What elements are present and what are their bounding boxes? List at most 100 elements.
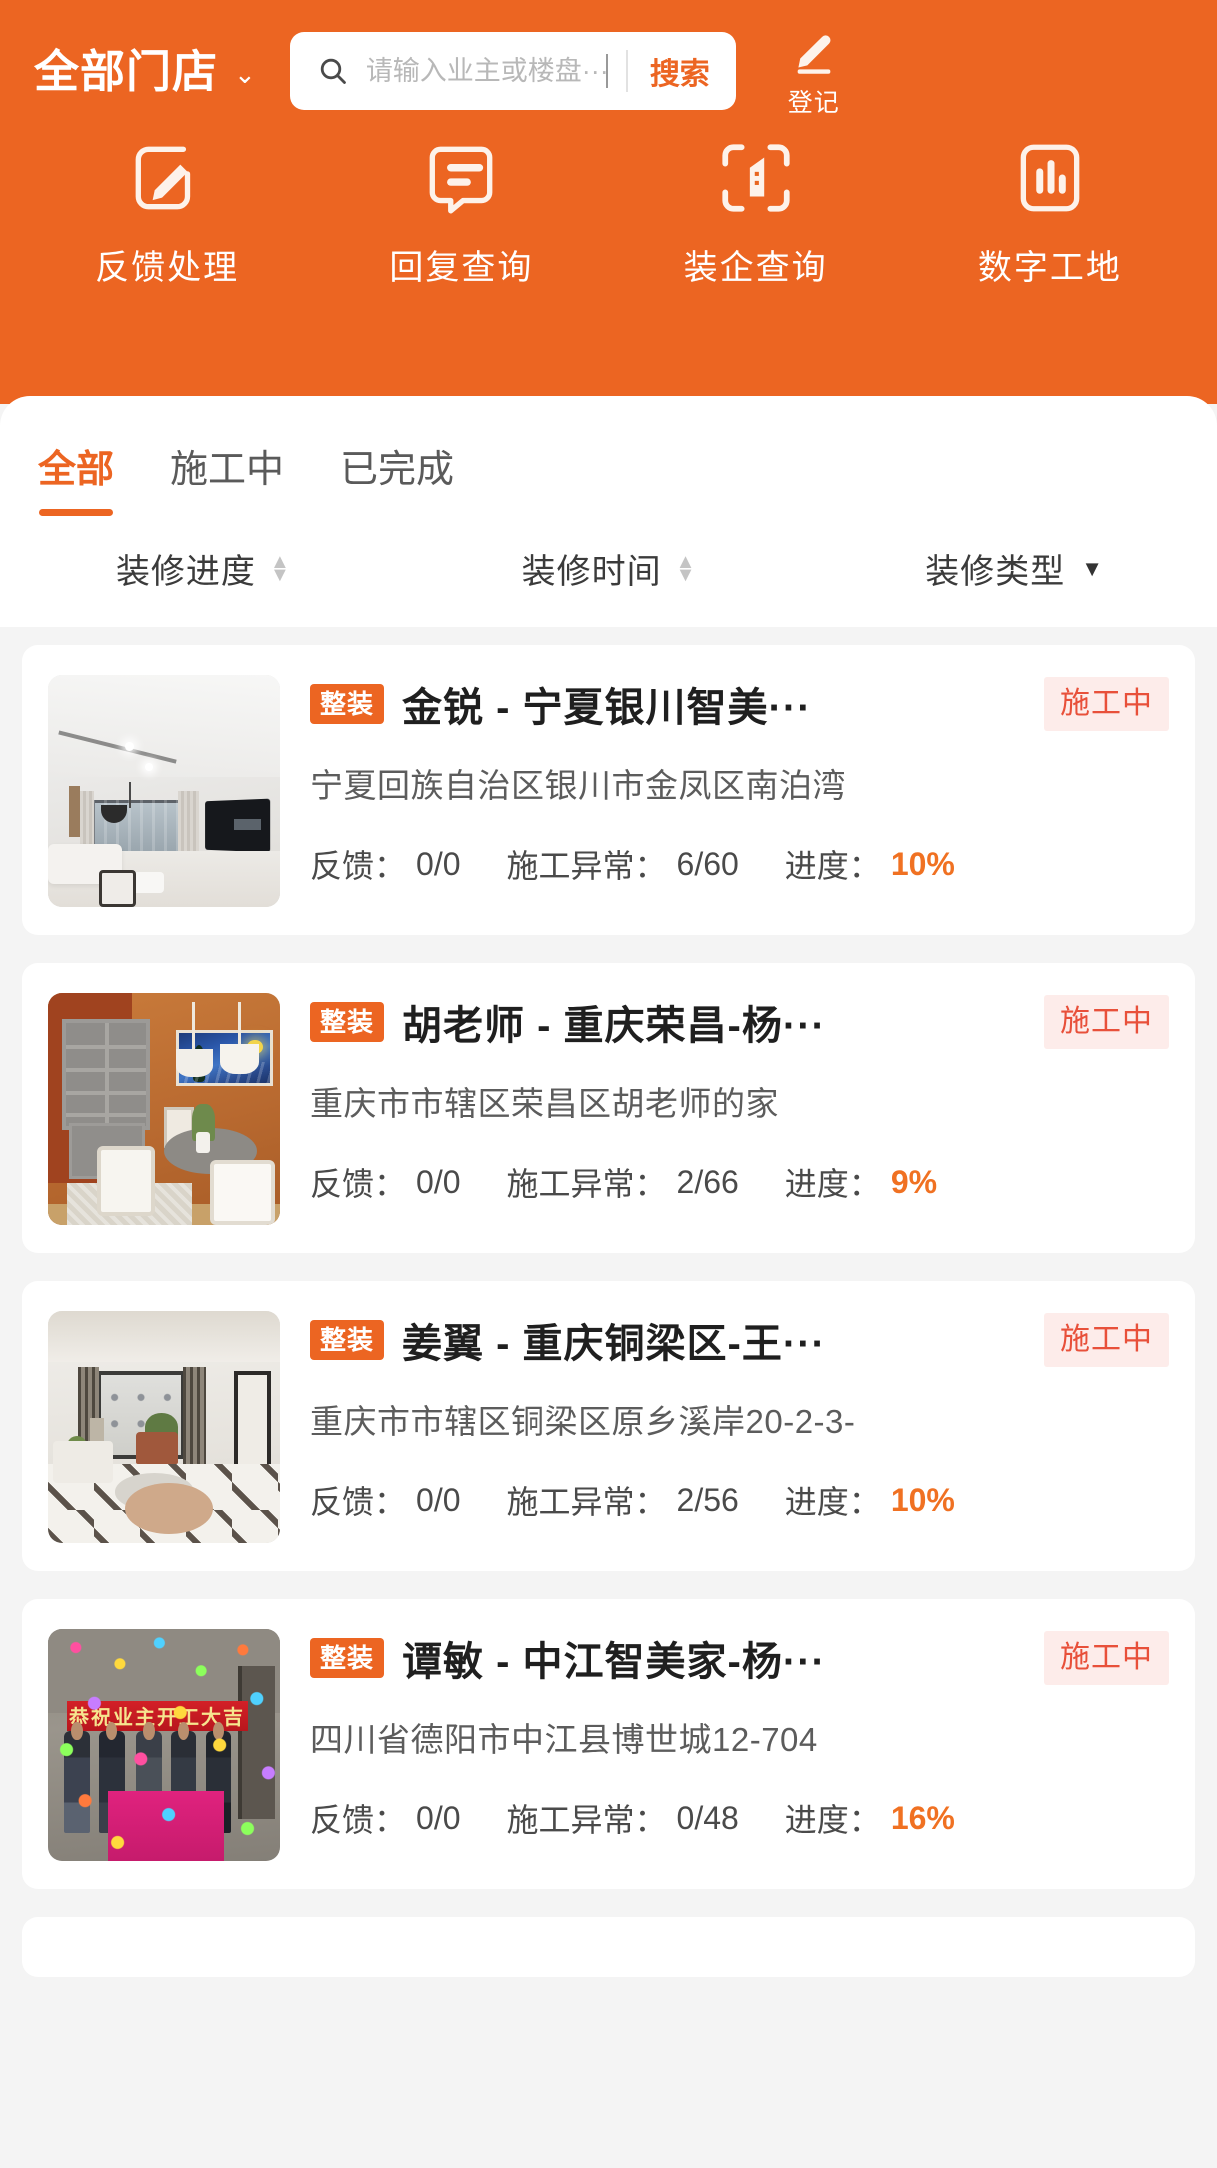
stat-label: 进度： — [785, 841, 881, 887]
tab-completed[interactable]: 已完成 — [340, 438, 454, 516]
search-divider — [626, 50, 628, 92]
bar-chart-site-icon — [1009, 136, 1091, 220]
search-button[interactable]: 搜索 — [634, 49, 736, 93]
stat-label: 反馈： — [310, 841, 406, 887]
register-button[interactable]: 登记 — [766, 24, 862, 119]
tab-active-underline — [190, 509, 264, 516]
status-tabs: 全部 施工中 已完成 — [0, 396, 1217, 516]
stat-feedback: 反馈： 0/0 — [310, 1477, 461, 1523]
quicknav-item-reply[interactable]: 回复查询 — [314, 136, 608, 289]
quicknav-item-feedback[interactable]: 反馈处理 — [20, 136, 314, 289]
stat-value: 16% — [891, 1800, 955, 1837]
quicknav-item-digital-site[interactable]: 数字工地 — [903, 136, 1197, 289]
type-badge: 整装 — [310, 1002, 384, 1042]
feedback-edit-icon — [126, 136, 208, 220]
tab-label: 全部 — [38, 438, 114, 493]
store-selector[interactable]: 全部门店 ⌄ — [34, 49, 256, 94]
project-card-header: 整装 金锐 - 宁夏银川智美··· 施工中 — [310, 675, 1169, 733]
project-thumbnail[interactable] — [48, 1311, 280, 1543]
stat-label: 进度： — [785, 1477, 881, 1523]
chevron-down-icon: ⌄ — [234, 61, 256, 87]
header-top-bar: 全部门店 ⌄ 搜索 登记 — [0, 0, 1217, 112]
search-input[interactable] — [366, 56, 606, 87]
filter-progress[interactable]: 装修进度 ▲▼ — [0, 544, 406, 593]
filter-label: 装修类型 — [925, 544, 1065, 593]
stat-label: 反馈： — [310, 1477, 406, 1523]
type-badge: 整装 — [310, 684, 384, 724]
project-card-body: 整装 姜翼 - 重庆铜梁区-王··· 施工中 重庆市市辖区铜梁区原乡溪岸20-2… — [310, 1311, 1169, 1543]
stat-label: 进度： — [785, 1795, 881, 1841]
project-thumbnail[interactable]: 恭祝业主开工大吉 — [48, 1629, 280, 1861]
project-thumbnail[interactable] — [48, 993, 280, 1225]
tab-label: 已完成 — [340, 438, 454, 493]
type-badge: 整装 — [310, 1638, 384, 1678]
status-badge: 施工中 — [1044, 1631, 1169, 1685]
project-stats: 反馈： 0/0 施工异常： 6/60 进度： 10% — [310, 841, 1169, 887]
status-badge: 施工中 — [1044, 1313, 1169, 1367]
stat-progress: 进度： 9% — [785, 1159, 937, 1205]
project-card-body: 整装 胡老师 - 重庆荣昌-杨··· 施工中 重庆市市辖区荣昌区胡老师的家 反馈… — [310, 993, 1169, 1225]
project-card[interactable]: 整装 胡老师 - 重庆荣昌-杨··· 施工中 重庆市市辖区荣昌区胡老师的家 反馈… — [22, 963, 1195, 1253]
project-card-header: 整装 胡老师 - 重庆荣昌-杨··· 施工中 — [310, 993, 1169, 1051]
project-card[interactable]: 恭祝业主开工大吉 整装 谭敏 - 中江智美家-杨··· 施工中 四川省德阳市中江… — [22, 1599, 1195, 1889]
filter-label: 装修进度 — [116, 544, 256, 593]
tab-in-progress[interactable]: 施工中 — [170, 438, 284, 516]
tab-all[interactable]: 全部 — [38, 438, 114, 516]
tab-active-underline — [39, 509, 113, 516]
quicknav-item-company[interactable]: 装企查询 — [609, 136, 903, 289]
groundbreaking-ceremony-photo: 恭祝业主开工大吉 — [48, 1629, 280, 1861]
stat-value: 10% — [891, 846, 955, 883]
reply-chat-icon — [420, 136, 502, 220]
project-card-header: 整装 姜翼 - 重庆铜梁区-王··· 施工中 — [310, 1311, 1169, 1369]
stat-progress: 进度： 16% — [785, 1795, 955, 1841]
stat-feedback: 反馈： 0/0 — [310, 1795, 461, 1841]
project-address: 四川省德阳市中江县博世城12-704 — [310, 1713, 1169, 1761]
text-cursor — [606, 54, 608, 88]
register-label: 登记 — [788, 83, 840, 119]
filter-bar: 装修进度 ▲▼ 装修时间 ▲▼ 装修类型 ▼ — [0, 516, 1217, 627]
stat-feedback: 反馈： 0/0 — [310, 841, 461, 887]
sort-arrows-icon: ▲▼ — [270, 556, 290, 581]
stat-value: 2/56 — [677, 1482, 739, 1519]
project-title: 胡老师 - 重庆荣昌-杨··· — [402, 993, 1026, 1051]
stat-label: 反馈： — [310, 1795, 406, 1841]
project-address: 重庆市市辖区荣昌区胡老师的家 — [310, 1077, 1169, 1125]
store-selector-label: 全部门店 — [34, 49, 218, 94]
project-stats: 反馈： 0/0 施工异常： 0/48 进度： 16% — [310, 1795, 1169, 1841]
stat-label: 施工异常： — [507, 1159, 667, 1205]
filter-label: 装修时间 — [522, 544, 662, 593]
stat-progress: 进度： 10% — [785, 841, 955, 887]
status-badge: 施工中 — [1044, 995, 1169, 1049]
project-card-header: 整装 谭敏 - 中江智美家-杨··· 施工中 — [310, 1629, 1169, 1687]
app-header: 全部门店 ⌄ 搜索 登记 — [0, 0, 1217, 404]
white-living-room-photo — [48, 675, 280, 907]
project-thumbnail[interactable] — [48, 675, 280, 907]
pencil-write-icon — [788, 24, 840, 81]
terracotta-dining-room-photo — [48, 993, 280, 1225]
stat-value: 0/0 — [416, 1164, 460, 1201]
filter-time[interactable]: 装修时间 ▲▼ — [406, 544, 812, 593]
stat-value: 0/0 — [416, 846, 460, 883]
project-title: 金锐 - 宁夏银川智美··· — [402, 675, 1026, 733]
project-list: 整装 金锐 - 宁夏银川智美··· 施工中 宁夏回族自治区银川市金凤区南泊湾 反… — [0, 627, 1217, 1977]
filter-type[interactable]: 装修类型 ▼ — [811, 544, 1217, 593]
project-stats: 反馈： 0/0 施工异常： 2/56 进度： 10% — [310, 1477, 1169, 1523]
marble-living-room-photo — [48, 1311, 280, 1543]
search-bar[interactable]: 搜索 — [290, 32, 736, 110]
stat-label: 反馈： — [310, 1159, 406, 1205]
stat-value: 6/60 — [677, 846, 739, 883]
project-title: 谭敏 - 中江智美家-杨··· — [402, 1629, 1026, 1687]
project-card-body: 整装 谭敏 - 中江智美家-杨··· 施工中 四川省德阳市中江县博世城12-70… — [310, 1629, 1169, 1861]
project-card[interactable]: 整装 姜翼 - 重庆铜梁区-王··· 施工中 重庆市市辖区铜梁区原乡溪岸20-2… — [22, 1281, 1195, 1571]
stat-label: 施工异常： — [507, 841, 667, 887]
sort-arrows-icon: ▲▼ — [676, 556, 696, 581]
tab-label: 施工中 — [170, 438, 284, 493]
stat-label: 施工异常： — [507, 1795, 667, 1841]
quicknav-label: 反馈处理 — [95, 240, 239, 289]
project-card[interactable]: 整装 金锐 - 宁夏银川智美··· 施工中 宁夏回族自治区银川市金凤区南泊湾 反… — [22, 645, 1195, 935]
tab-active-underline — [360, 509, 434, 516]
scan-company-icon — [715, 136, 797, 220]
quick-nav-grid: 反馈处理 回复查询 — [0, 112, 1217, 289]
project-card-partial[interactable] — [22, 1917, 1195, 1977]
stat-value: 0/0 — [416, 1482, 460, 1519]
